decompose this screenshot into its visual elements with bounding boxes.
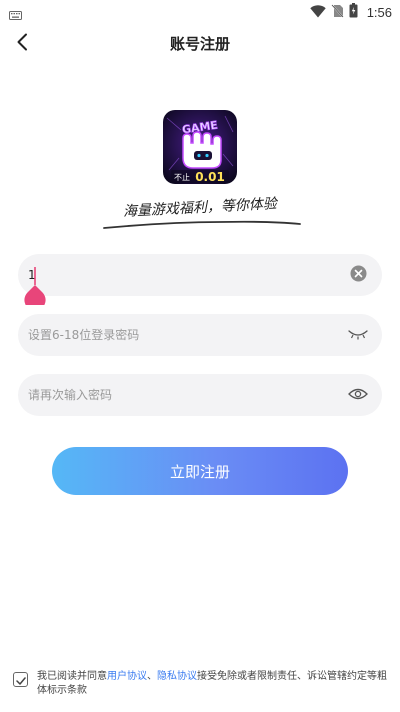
privacy-agreement-link[interactable]: 隐私协议 [157,671,197,682]
status-bar: 1:56 [0,0,400,24]
register-button[interactable]: 立即注册 [52,447,348,495]
svg-text:不止: 不止 [174,172,190,182]
slogan-text: 海量游戏福利，等你体验 [123,196,280,220]
clear-button[interactable] [348,265,368,285]
password-field [18,314,382,356]
agreement-checkbox[interactable] [13,672,28,687]
checkmark-icon [15,670,26,689]
no-sim-icon [331,3,344,22]
confirm-password-input[interactable] [28,374,338,416]
password-input[interactable] [28,314,338,356]
eye-open-icon [348,386,368,405]
agreement-prefix: 我已阅读并同意 [37,671,107,682]
svg-text:0.01: 0.01 [195,170,225,184]
agreement-text: 我已阅读并同意用户协议、隐私协议接受免除或者限制责任、诉讼管辖约定等粗体标示条款 [37,670,387,698]
password-visibility-toggle[interactable] [348,325,368,345]
account-input[interactable] [28,254,338,296]
confirm-password-field [18,374,382,416]
battery-icon [349,2,358,22]
status-time: 1:56 [366,4,392,20]
confirm-visibility-toggle[interactable] [348,385,368,405]
keyboard-icon [9,5,22,24]
user-agreement-link[interactable]: 用户协议 [107,671,147,682]
account-field [18,254,382,296]
app-logo: GAME 不止 0.01 [163,110,237,184]
eye-closed-icon [348,326,368,345]
header: 账号注册 [0,24,400,64]
wifi-icon [309,3,326,22]
slogan: 海量游戏福利，等你体验 [100,190,305,234]
clear-icon [350,265,367,286]
agreement-separator: 、 [147,671,157,682]
page-title: 账号注册 [169,35,230,53]
